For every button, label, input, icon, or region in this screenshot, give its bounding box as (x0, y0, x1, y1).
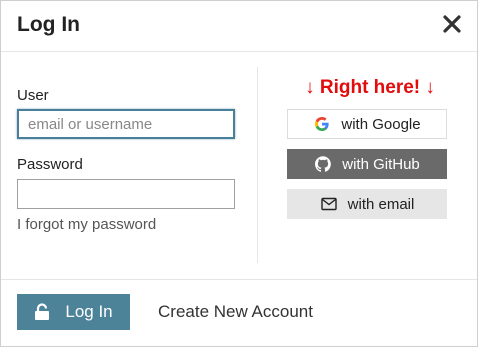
github-button-label: with GitHub (342, 155, 420, 173)
create-account-link[interactable]: Create New Account (158, 302, 313, 322)
github-login-button[interactable]: with GitHub (287, 149, 447, 179)
password-input[interactable] (17, 179, 235, 209)
login-button[interactable]: Log In (17, 294, 130, 330)
close-button[interactable] (439, 11, 465, 37)
close-icon (443, 15, 461, 33)
mail-icon (320, 195, 338, 213)
password-label: Password (17, 156, 83, 173)
google-icon (313, 115, 331, 133)
github-icon (314, 155, 332, 173)
column-divider (257, 67, 258, 263)
hint-text: ↓ Right here! ↓ (305, 77, 435, 98)
forgot-password-link[interactable]: I forgot my password (17, 216, 156, 233)
footer-divider (1, 279, 477, 280)
unlock-icon (34, 303, 52, 321)
email-login-button[interactable]: with email (287, 189, 447, 219)
user-label: User (17, 87, 49, 104)
dialog-header: Log In (1, 1, 477, 52)
dialog-title: Log In (17, 13, 80, 36)
google-button-label: with Google (341, 115, 421, 133)
email-button-label: with email (347, 195, 415, 213)
login-button-label: Log In (65, 302, 113, 321)
login-dialog: Log In User Password I forgot my passwor… (0, 0, 478, 347)
google-login-button[interactable]: with Google (287, 109, 447, 139)
user-input[interactable] (17, 109, 235, 139)
